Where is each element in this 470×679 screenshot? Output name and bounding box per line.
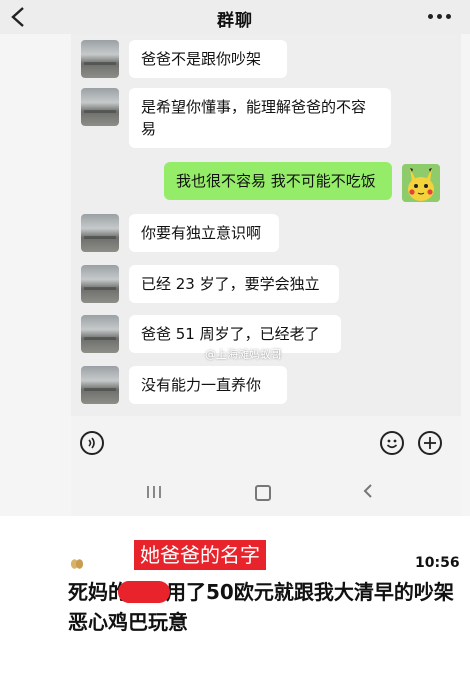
message-bubble[interactable]: 已经 23 岁了，要学会独立: [129, 265, 339, 303]
my-message-bubble[interactable]: 我也很不容易 我不可能不吃饭: [164, 162, 392, 200]
sender-avatar[interactable]: [81, 315, 119, 353]
name-annotation-label: 她爸爸的名字: [134, 540, 266, 570]
emoji-icon[interactable]: [380, 431, 404, 455]
clapping-hands-icon: [70, 558, 84, 574]
home-icon[interactable]: [255, 485, 271, 501]
chat-title: 群聊: [217, 11, 253, 31]
add-more-icon[interactable]: [418, 431, 442, 455]
message-bubble[interactable]: 你要有独立意识啊: [129, 214, 279, 252]
nav-back-icon[interactable]: [363, 483, 373, 503]
voice-input-icon[interactable]: [80, 431, 104, 455]
message-bubble[interactable]: 没有能力一直养你: [129, 366, 287, 404]
post-text: 死妈的衬用了50欧元就跟我大清早的吵架 恶心鸡巴玩意: [68, 577, 458, 637]
sender-avatar[interactable]: [81, 40, 119, 78]
chat-input-bar: [71, 416, 461, 468]
system-nav-bar: [71, 468, 461, 516]
sender-avatar[interactable]: [81, 366, 119, 404]
redaction-mark: [118, 580, 170, 603]
weibo-watermark: @上海滩妈蚁哥: [205, 348, 282, 361]
more-options-icon[interactable]: [428, 14, 452, 20]
message-bubble[interactable]: 爸爸不是跟你吵架: [129, 40, 287, 78]
pikachu-avatar-icon: [402, 164, 440, 202]
message-bubble[interactable]: 是希望你懂事，能理解爸爸的不容易: [129, 88, 391, 148]
timestamp: 10:56: [415, 555, 460, 571]
my-avatar[interactable]: [402, 164, 440, 202]
chat-header: 群聊: [0, 0, 470, 34]
sender-avatar[interactable]: [81, 214, 119, 252]
sender-avatar[interactable]: [81, 265, 119, 303]
recents-icon[interactable]: [147, 486, 161, 498]
sender-avatar[interactable]: [81, 88, 119, 126]
